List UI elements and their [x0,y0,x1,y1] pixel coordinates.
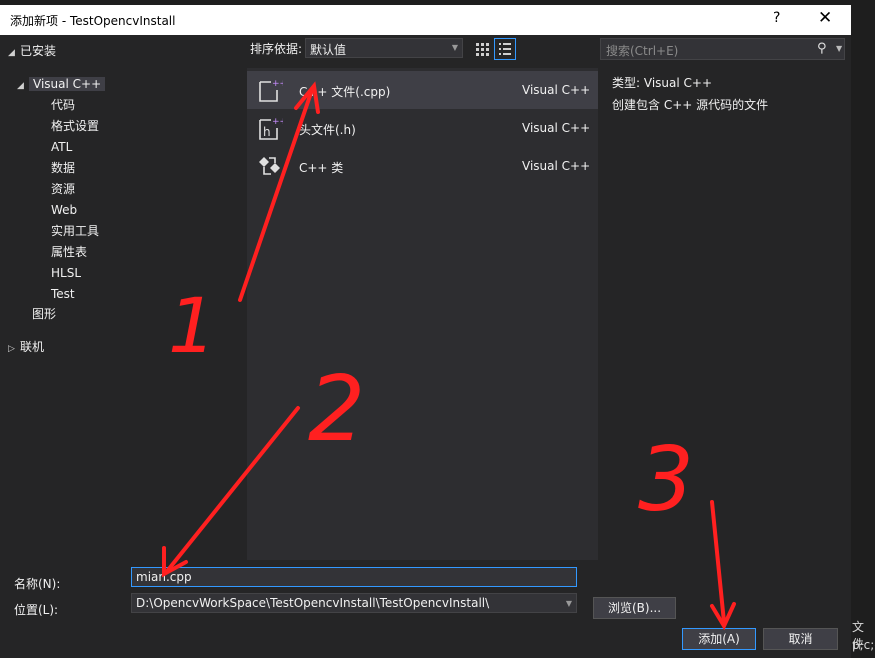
type-value: Visual C++ [643,76,713,90]
title-bar: 添加新项 - TestOpencvInstall ? ✕ [0,5,851,35]
svg-text:++: ++ [272,117,283,127]
template-language: Visual C++ [522,159,591,173]
search-icon[interactable]: ⚲ [817,41,827,56]
collapsed-triangle-icon[interactable]: ▷ [8,339,20,359]
svg-text:h: h [263,125,271,139]
sort-label: 排序依据: [250,42,303,56]
dialog-title: 添加新项 - TestOpencvInstall [10,14,176,28]
location-value: D:\OpencvWorkSpace\TestOpencvInstall\Tes… [136,596,490,610]
template-item-cpp-file[interactable]: ++ C++ 文件(.cpp) Visual C++ [247,71,598,109]
tree-item-utility[interactable]: 实用工具 [51,221,99,241]
template-name: C++ 文件(.cpp) [299,85,391,99]
template-name: C++ 类 [299,161,344,175]
template-list: ++ C++ 文件(.cpp) Visual C++ h ++ 头文件(.h) … [247,68,598,560]
template-details: 类型: Visual C++ 创建包含 C++ 源代码的文件 [612,72,842,116]
tree-item-atl[interactable]: ATL [51,137,72,157]
tree-item-hlsl[interactable]: HLSL [51,263,81,283]
list-view-button[interactable] [494,38,516,60]
sort-dropdown[interactable]: 默认值 ▼ [305,38,463,58]
location-label: 位置(L): [14,603,59,617]
tree-item-installed[interactable]: ◢ 已安装 [8,41,56,61]
help-button[interactable]: ? [773,10,780,26]
add-button[interactable]: 添加(A) [682,628,756,650]
cpp-class-icon [259,157,280,175]
details-type-row: 类型: Visual C++ [612,72,842,94]
tree-item-graphics[interactable]: 图形 [32,304,56,324]
category-tree: ◢ 已安装 ◢ Visual C++ 代码 格式设置 ATL 数据 资源 Web 实… [0,35,245,560]
tree-item-formatting[interactable]: 格式设置 [51,116,99,136]
tree-item-web[interactable]: Web [51,200,77,220]
tree-item-data[interactable]: 数据 [51,158,75,178]
tree-item-code[interactable]: 代码 [51,95,75,115]
template-item-cpp-class[interactable]: C++ 类 Visual C++ [247,147,598,185]
close-button[interactable]: ✕ [818,8,832,28]
search-options-chevron-icon[interactable]: ▼ [836,44,842,53]
sort-value: 默认值 [310,43,347,57]
chevron-down-icon: ▼ [565,599,572,608]
name-input[interactable] [131,567,577,587]
background-cut-text: p;c;c [852,638,875,652]
template-item-header-file[interactable]: h ++ 头文件(.h) Visual C++ [247,109,598,147]
name-label: 名称(N): [14,577,61,591]
tree-item-resource[interactable]: 资源 [51,179,75,199]
type-label: 类型: [612,76,641,90]
expanded-triangle-icon[interactable]: ◢ [8,43,20,63]
chevron-down-icon: ▼ [451,43,458,52]
header-file-icon: h ++ [259,117,283,140]
list-view-icon [499,43,511,55]
svg-text:++: ++ [272,79,283,89]
template-language: Visual C++ [522,83,591,97]
location-dropdown[interactable]: D:\OpencvWorkSpace\TestOpencvInstall\Tes… [131,593,577,613]
search-input[interactable]: 搜索(Ctrl+E) ⚲ ▼ [600,38,845,60]
expanded-triangle-icon[interactable]: ◢ [17,76,29,96]
cancel-button[interactable]: 取消 [763,628,838,650]
cpp-file-icon: ++ [259,79,283,102]
search-placeholder: 搜索(Ctrl+E) [606,44,679,58]
tree-item-test[interactable]: Test [51,284,75,304]
template-language: Visual C++ [522,121,591,135]
template-name: 头文件(.h) [299,123,356,137]
tree-item-property-sheets[interactable]: 属性表 [51,242,87,262]
browse-button[interactable]: 浏览(B)... [593,597,676,619]
tree-item-visual-cpp[interactable]: ◢ Visual C++ [17,74,106,96]
grid-view-icon [476,43,489,56]
tree-item-online[interactable]: ▷ 联机 [8,337,44,357]
grid-view-button[interactable] [471,38,493,60]
details-description: 创建包含 C++ 源代码的文件 [612,98,769,112]
